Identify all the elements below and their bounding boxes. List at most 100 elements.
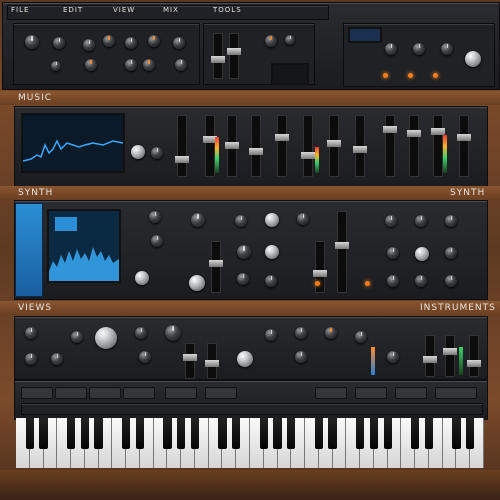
knob-icon[interactable] <box>295 327 307 339</box>
black-key[interactable] <box>66 418 76 449</box>
fader-icon[interactable] <box>205 343 219 379</box>
knob-icon[interactable] <box>445 275 457 287</box>
black-key[interactable] <box>411 418 420 449</box>
knob-icon[interactable] <box>83 39 95 51</box>
knob-icon[interactable] <box>385 215 397 227</box>
black-key[interactable] <box>383 418 392 449</box>
knob-icon[interactable] <box>135 271 149 285</box>
black-key[interactable] <box>328 418 337 449</box>
knob-icon[interactable] <box>135 327 147 339</box>
knob-icon[interactable] <box>325 327 337 339</box>
menu-item-1[interactable]: FILE <box>11 6 29 14</box>
knob-icon[interactable] <box>285 35 295 45</box>
fader-icon[interactable] <box>423 335 437 377</box>
fader-icon[interactable] <box>467 335 481 377</box>
knob-icon[interactable] <box>237 245 251 259</box>
knob-icon[interactable] <box>175 59 187 71</box>
knob-icon[interactable] <box>387 351 399 363</box>
knob-icon[interactable] <box>71 331 83 343</box>
knob-icon[interactable] <box>265 245 279 259</box>
fader-icon[interactable] <box>443 335 457 377</box>
knob-icon[interactable] <box>265 35 277 47</box>
knob-icon[interactable] <box>85 59 97 71</box>
knob-icon[interactable] <box>191 213 205 227</box>
fader-icon[interactable] <box>211 33 225 79</box>
black-key[interactable] <box>39 418 48 449</box>
transport-button[interactable] <box>435 387 477 399</box>
fader-icon[interactable] <box>225 115 239 177</box>
black-key[interactable] <box>273 418 282 449</box>
transport-button[interactable] <box>21 387 53 399</box>
knob-icon[interactable] <box>237 273 249 285</box>
black-key[interactable] <box>369 418 378 449</box>
black-key[interactable] <box>287 418 296 449</box>
piano-keyboard-icon[interactable] <box>16 418 484 468</box>
fader-icon[interactable] <box>407 115 421 177</box>
fader-icon[interactable] <box>249 115 263 177</box>
knob-icon[interactable] <box>131 145 145 159</box>
transport-button[interactable] <box>355 387 387 399</box>
black-key[interactable] <box>190 418 200 449</box>
transport-button[interactable] <box>89 387 121 399</box>
black-key[interactable] <box>314 418 323 449</box>
knob-icon[interactable] <box>387 247 399 259</box>
black-key[interactable] <box>424 418 434 449</box>
knob-icon[interactable] <box>415 247 429 261</box>
fader-icon[interactable] <box>183 343 197 379</box>
transport-button[interactable] <box>205 387 237 399</box>
black-key[interactable] <box>259 418 268 449</box>
fader-icon[interactable] <box>431 115 445 177</box>
knob-icon[interactable] <box>149 211 161 223</box>
knob-icon[interactable] <box>385 43 397 55</box>
knob-icon[interactable] <box>265 329 277 341</box>
knob-icon[interactable] <box>189 275 205 291</box>
black-key[interactable] <box>466 418 475 449</box>
black-key[interactable] <box>452 418 461 449</box>
knob-icon[interactable] <box>441 43 453 55</box>
black-key[interactable] <box>163 418 172 449</box>
black-key[interactable] <box>232 418 241 449</box>
knob-icon[interactable] <box>51 61 61 71</box>
knob-icon[interactable] <box>355 331 367 343</box>
knob-icon[interactable] <box>445 215 457 227</box>
knob-icon[interactable] <box>265 275 277 287</box>
knob-icon[interactable] <box>387 275 399 287</box>
fader-icon[interactable] <box>209 241 223 293</box>
knob-icon[interactable] <box>165 325 181 341</box>
knob-icon[interactable] <box>297 213 309 225</box>
knob-icon[interactable] <box>139 351 151 363</box>
fader-icon[interactable] <box>383 115 397 177</box>
knob-icon[interactable] <box>51 353 63 365</box>
black-key[interactable] <box>121 418 131 449</box>
fader-icon[interactable] <box>203 115 217 177</box>
black-key[interactable] <box>80 418 89 449</box>
knob-icon[interactable] <box>465 51 481 67</box>
black-key[interactable] <box>218 418 227 449</box>
fader-icon[interactable] <box>301 115 315 177</box>
knob-icon[interactable] <box>151 147 163 159</box>
fader-icon[interactable] <box>227 33 241 79</box>
knob-icon[interactable] <box>25 35 39 49</box>
black-key[interactable] <box>94 418 103 449</box>
knob-icon[interactable] <box>95 327 117 349</box>
black-key[interactable] <box>25 418 34 449</box>
menu-item-2[interactable]: EDIT <box>63 6 83 14</box>
black-key[interactable] <box>177 418 186 449</box>
knob-icon[interactable] <box>148 35 160 47</box>
knob-icon[interactable] <box>413 43 425 55</box>
knob-icon[interactable] <box>53 37 65 49</box>
fader-icon[interactable] <box>275 115 289 177</box>
knob-icon[interactable] <box>295 351 307 363</box>
transport-button[interactable] <box>55 387 87 399</box>
transport-button[interactable] <box>395 387 427 399</box>
fader-icon[interactable] <box>327 115 341 177</box>
transport-button[interactable] <box>123 387 155 399</box>
knob-icon[interactable] <box>25 353 37 365</box>
knob-icon[interactable] <box>415 215 427 227</box>
knob-icon[interactable] <box>103 35 115 47</box>
knob-icon[interactable] <box>415 275 427 287</box>
knob-icon[interactable] <box>445 247 457 259</box>
transport-button[interactable] <box>165 387 197 399</box>
black-key[interactable] <box>135 418 144 449</box>
knob-icon[interactable] <box>25 327 37 339</box>
